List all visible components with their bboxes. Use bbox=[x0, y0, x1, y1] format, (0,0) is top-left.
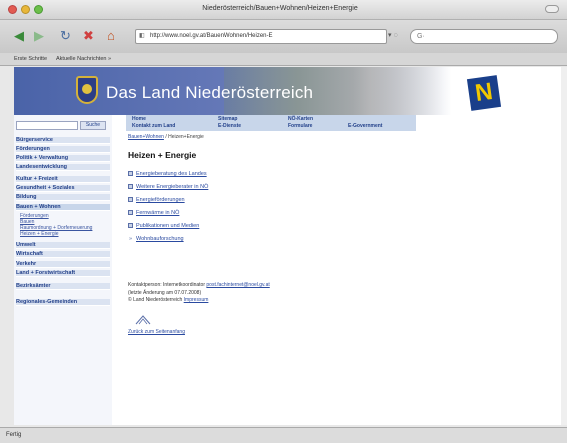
close-window-button[interactable] bbox=[8, 5, 17, 14]
link-energiefoerderungen[interactable]: Energieförderungen bbox=[136, 197, 185, 203]
nav-formulare[interactable]: Formulare bbox=[288, 123, 312, 129]
status-bar: Fertig bbox=[0, 427, 567, 443]
status-text: Fertig bbox=[6, 432, 22, 438]
nav-kontakt[interactable]: Kontakt zum Land bbox=[132, 123, 175, 129]
sidebar-item-bildung[interactable]: Bildung bbox=[16, 194, 110, 201]
sidebar-item-wirtschaft[interactable]: Wirtschaft bbox=[16, 251, 110, 258]
minimize-window-button[interactable] bbox=[21, 5, 30, 14]
address-bar[interactable]: ◧ http://www.noel.gv.at/BauenWohnen/Heiz… bbox=[135, 29, 387, 44]
sidebar-subitem-heizen[interactable]: Heizen + Energie bbox=[20, 231, 59, 237]
back-to-top-link[interactable]: Zurück zum Seitenanfang bbox=[128, 329, 185, 335]
contact-email-link[interactable]: post.fachinternet@noel.gv.at bbox=[206, 282, 269, 288]
content-link-row[interactable]: Energieförderungen bbox=[128, 197, 185, 203]
toolbar-toggle-button[interactable] bbox=[545, 5, 559, 13]
forward-arrow-icon[interactable]: ▶ bbox=[34, 28, 44, 44]
sidebar-item-buergerservice[interactable]: Bürgerservice bbox=[16, 137, 110, 144]
sidebar-item-foerderungen[interactable]: Förderungen bbox=[16, 146, 110, 153]
link-energieberatung[interactable]: Energieberatung des Landes bbox=[136, 171, 207, 177]
link-dot-icon: » bbox=[128, 236, 133, 242]
bookmarks-bar: Erste Schritte Aktuelle Nachrichten » bbox=[0, 53, 567, 66]
impressum-link[interactable]: Impressum bbox=[184, 297, 209, 303]
contact-label: Kontaktperson: Internetkoordinator bbox=[128, 282, 205, 288]
link-bullet-icon bbox=[128, 210, 133, 216]
noe-logo[interactable]: N bbox=[466, 75, 502, 111]
link-bullet-icon bbox=[128, 223, 133, 229]
last-updated: (letzte Änderung am 07.07.2008) bbox=[128, 289, 202, 296]
bookmark-erste-schritte[interactable]: Erste Schritte bbox=[14, 53, 47, 66]
breadcrumb-current: / Heizen+Energie bbox=[165, 134, 204, 140]
sidebar-item-landesentwicklung[interactable]: Landesentwicklung bbox=[16, 164, 110, 171]
sidebar-item-kultur[interactable]: Kultur + Freizeit bbox=[16, 176, 110, 183]
breadcrumb-link-bauen-wohnen[interactable]: Bauen+Wohnen bbox=[128, 134, 164, 140]
address-dropdown-icon[interactable]: ▾ ◌ bbox=[388, 31, 398, 39]
breadcrumb: Bauen+Wohnen / Heizen+Energie bbox=[128, 134, 204, 140]
page-title: Heizen + Energie bbox=[128, 150, 197, 160]
home-icon[interactable]: ⌂ bbox=[107, 28, 115, 44]
sidebar-item-gesundheit[interactable]: Gesundheit + Soziales bbox=[16, 185, 110, 192]
link-bullet-icon bbox=[128, 171, 133, 177]
content-link-row[interactable]: Weitere Energieberater in NÖ bbox=[128, 184, 208, 190]
stop-icon[interactable]: ✖ bbox=[83, 28, 94, 44]
link-publikationen[interactable]: Publikationen und Medien bbox=[136, 223, 199, 229]
link-weitere-energieberater[interactable]: Weitere Energieberater in NÖ bbox=[136, 184, 208, 190]
link-fernwaerme[interactable]: Fernwärme in NÖ bbox=[136, 210, 179, 216]
window-title: Niederösterreich/Bauen+Wohnen/Heizen+Ene… bbox=[202, 5, 358, 12]
site-search-input[interactable] bbox=[16, 121, 78, 130]
sidebar-item-bezirksaemter[interactable]: Bezirksämter bbox=[16, 283, 110, 290]
sidebar-item-bauen-wohnen[interactable]: Bauen + Wohnen bbox=[16, 204, 110, 211]
browser-toolbar: ◀ ▶ ↻ ✖ ⌂ ◧ http://www.noel.gv.at/BauenW… bbox=[0, 20, 567, 53]
sidebar-item-regionales[interactable]: Regionales-Gemeinden bbox=[16, 299, 110, 306]
top-navigation: Home Sitemap NÖ-Karten Kontakt zum Land … bbox=[126, 115, 416, 131]
nav-egovernment[interactable]: E-Government bbox=[348, 123, 382, 129]
site-search-button[interactable]: Suche bbox=[80, 121, 106, 130]
sidebar-item-politik[interactable]: Politik + Verwaltung bbox=[16, 155, 110, 162]
link-wohnbauforschung[interactable]: Wohnbauforschung bbox=[136, 236, 184, 242]
content-link-row[interactable]: Fernwärme in NÖ bbox=[128, 210, 179, 216]
site-favicon-icon: ◧ bbox=[139, 33, 145, 39]
nav-noe-karten[interactable]: NÖ-Karten bbox=[288, 116, 313, 122]
nav-sitemap[interactable]: Sitemap bbox=[218, 116, 237, 122]
contact-info: Kontaktperson: Internetkoordinator post.… bbox=[128, 282, 270, 305]
left-sidebar: Suche Bürgerservice Förderungen Politik … bbox=[14, 115, 112, 425]
nav-edienste[interactable]: E-Dienste bbox=[218, 123, 241, 129]
content-link-row[interactable]: Publikationen und Medien bbox=[128, 223, 199, 229]
content-link-row[interactable]: Energieberatung des Landes bbox=[128, 171, 207, 177]
window-titlebar: Niederösterreich/Bauen+Wohnen/Heizen+Ene… bbox=[0, 0, 567, 20]
back-arrow-icon[interactable]: ◀ bbox=[14, 28, 24, 44]
address-text: http://www.noel.gv.at/BauenWohnen/Heizen… bbox=[150, 33, 273, 39]
vertical-scrollbar[interactable] bbox=[561, 67, 567, 425]
copyright: © Land Niederösterreich bbox=[128, 297, 183, 303]
sidebar-item-land-forst[interactable]: Land + Forstwirtschaft bbox=[16, 270, 110, 277]
banner-title: Das Land Niederösterreich bbox=[106, 83, 314, 102]
coat-of-arms-icon bbox=[76, 76, 98, 104]
site-banner: Das Land Niederösterreich N bbox=[14, 67, 561, 115]
nav-home[interactable]: Home bbox=[132, 116, 146, 122]
content-link-row[interactable]: » Wohnbauforschung bbox=[128, 236, 184, 242]
land-logo-icon bbox=[135, 315, 151, 325]
zoom-window-button[interactable] bbox=[34, 5, 43, 14]
link-bullet-icon bbox=[128, 197, 133, 203]
sidebar-item-verkehr[interactable]: Verkehr bbox=[16, 261, 110, 268]
sidebar-item-umwelt[interactable]: Umwelt bbox=[16, 242, 110, 249]
reload-icon[interactable]: ↻ bbox=[60, 28, 71, 44]
web-page: Das Land Niederösterreich N Suche Bürger… bbox=[14, 67, 561, 425]
bookmark-aktuelle-nachrichten[interactable]: Aktuelle Nachrichten » bbox=[56, 53, 111, 66]
search-input[interactable]: G· bbox=[410, 29, 558, 44]
link-bullet-icon bbox=[128, 184, 133, 190]
